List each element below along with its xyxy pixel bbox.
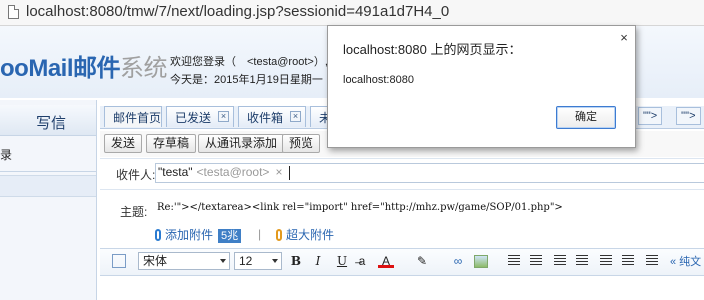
large-attachment-link[interactable]: 超大附件 — [276, 226, 334, 243]
compose-label: 写信 — [36, 115, 67, 132]
date-text: 今天是：2015年1月19日星期一 — [170, 74, 323, 86]
sidebar-divider — [0, 171, 96, 172]
link-icon[interactable]: ∞ — [450, 253, 466, 269]
subject-value: Re:'"></textarea><link rel="import" href… — [157, 202, 563, 213]
recipient-label: 收件人: — [116, 168, 156, 182]
subject-field[interactable]: Re:'"></textarea><link rel="import" href… — [155, 201, 704, 219]
font-color-icon[interactable]: A — [378, 253, 394, 268]
tab-mail-home[interactable]: 邮件首页 — [104, 106, 162, 127]
image-icon[interactable] — [474, 255, 488, 268]
dialog-message: localhost:8080 — [343, 74, 414, 86]
numbered-list-icon[interactable] — [508, 255, 520, 266]
font-size-select[interactable]: 12 — [234, 252, 282, 270]
tab-sent[interactable]: 已发送 × — [166, 106, 234, 127]
underline-icon[interactable]: U — [334, 253, 350, 269]
page-icon — [8, 5, 19, 19]
welcome-text: 欢迎您登录（ <testa@root>）, — [170, 56, 328, 68]
sidebar-item[interactable]: 录 — [0, 146, 12, 163]
bold-icon[interactable]: B — [288, 253, 304, 269]
alert-dialog: localhost:8080 上的网页显示： × localhost:8080 … — [327, 25, 636, 148]
compose-tab[interactable]: 写信 — [0, 105, 96, 136]
sidebar: 写信 录 — [0, 100, 97, 300]
paperclip-icon — [276, 229, 282, 241]
italic-icon[interactable]: I — [310, 253, 326, 269]
tab-partial-left[interactable]: ""> — [638, 107, 663, 125]
highlight-color-icon[interactable]: ✎ — [414, 253, 430, 269]
form-divider — [100, 189, 704, 190]
strikethrough-icon[interactable]: ̶a — [354, 253, 370, 269]
send-button[interactable]: 发送 — [104, 134, 143, 153]
editor-toolbar: 宋体 12 B I U ̶a A ✎ ∞ — [100, 248, 704, 276]
text-caret — [289, 166, 290, 180]
chevron-down-icon — [272, 259, 278, 263]
attachment-size-badge: 5兆 — [218, 229, 242, 243]
browser-address-bar[interactable]: localhost:8080/tmw/7/next/loading.jsp?se… — [0, 0, 704, 26]
tab-close-icon[interactable]: × — [290, 111, 301, 122]
plain-text-link[interactable]: « 纯文 — [670, 253, 701, 269]
add-attachment-link[interactable]: 添加附件 5兆 — [155, 226, 242, 243]
url-text[interactable]: localhost:8080/tmw/7/next/loading.jsp?se… — [26, 3, 449, 20]
chevron-down-icon — [220, 259, 226, 263]
close-icon[interactable]: × — [617, 31, 631, 45]
align-right-icon[interactable] — [646, 255, 658, 266]
separator: | — [258, 227, 262, 241]
form-divider — [100, 158, 704, 159]
sidebar-selected-row[interactable] — [0, 175, 96, 197]
recipient-chip[interactable]: "testa" <testa@root> × — [158, 165, 282, 179]
paperclip-icon — [155, 229, 161, 241]
preview-button[interactable]: 预览 — [282, 134, 321, 153]
align-center-icon[interactable] — [622, 255, 634, 266]
dialog-title: localhost:8080 上的网页显示： — [343, 42, 522, 57]
remove-recipient-icon[interactable]: × — [275, 165, 282, 179]
align-left-icon[interactable] — [600, 255, 612, 266]
app-logo: ooMail邮件系统 — [0, 55, 168, 82]
recipient-field[interactable]: "testa" <testa@root> × — [155, 163, 704, 183]
subject-label: 主题: — [120, 205, 148, 219]
tab-partial-right[interactable]: '"'> — [676, 107, 701, 125]
source-mode-icon[interactable] — [112, 254, 126, 268]
font-family-select[interactable]: 宋体 — [138, 252, 230, 270]
add-from-contacts-button[interactable]: 从通讯录添加 — [198, 134, 285, 153]
outdent-icon[interactable] — [554, 255, 566, 266]
indent-icon[interactable] — [576, 255, 588, 266]
ok-button[interactable]: 确定 — [556, 106, 616, 129]
tab-inbox[interactable]: 收件箱 × — [238, 106, 306, 127]
save-draft-button[interactable]: 存草稿 — [146, 134, 197, 153]
tab-close-icon[interactable]: × — [218, 111, 229, 122]
bullet-list-icon[interactable] — [530, 255, 542, 266]
